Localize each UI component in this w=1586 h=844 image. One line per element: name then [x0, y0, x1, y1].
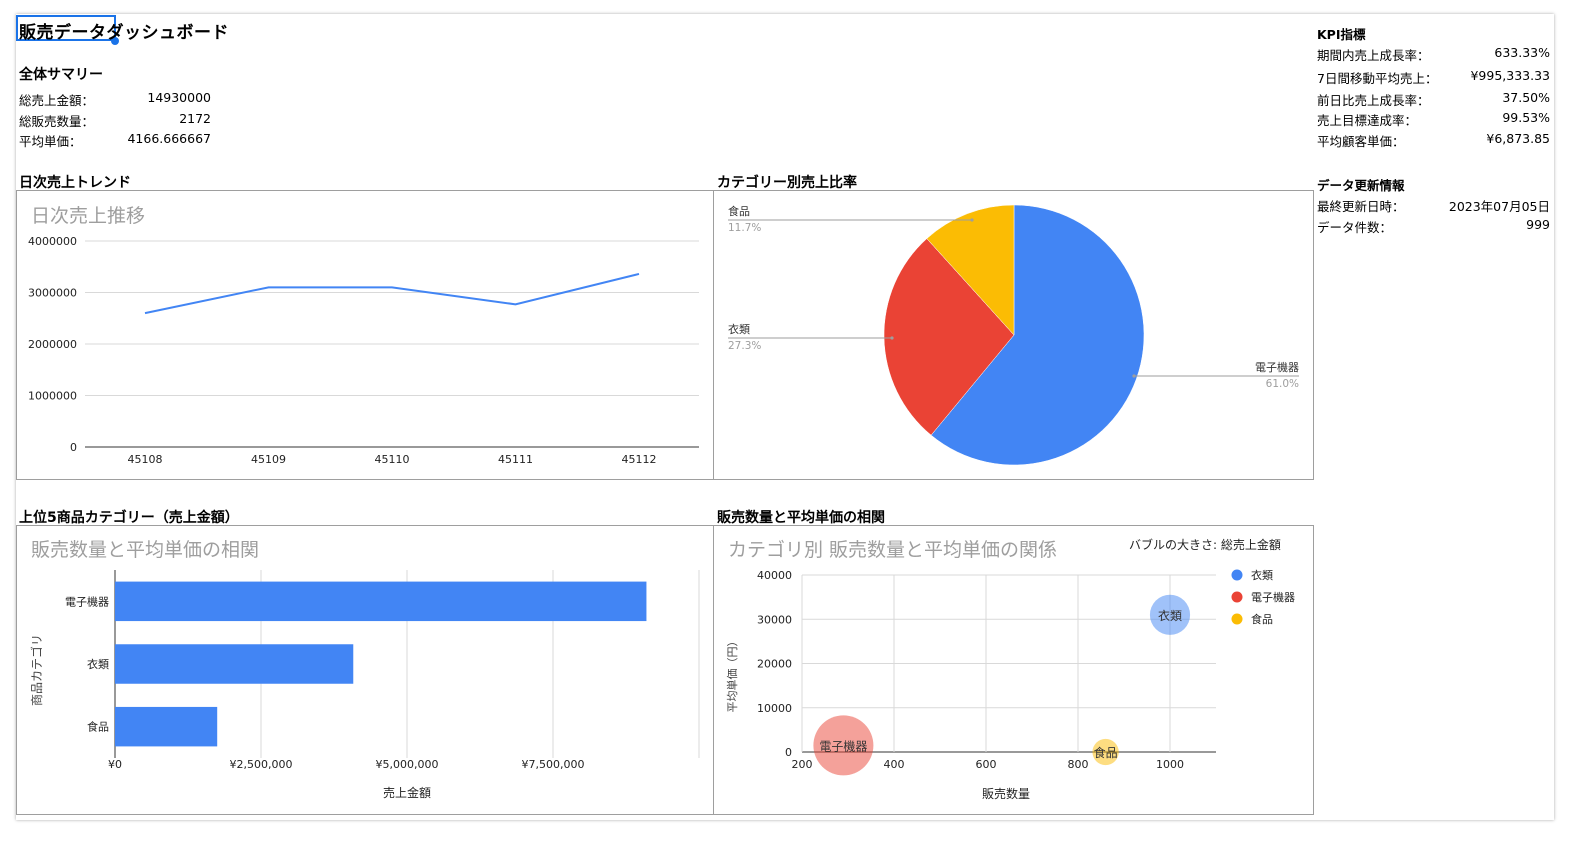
section-heading-corr: 販売数量と平均単価の相関 [717, 510, 885, 526]
bubble-x-tick-label: 600 [976, 758, 997, 771]
pie-chart: 電子機器 61.0% 衣類 27.3% 食品 11.7% [728, 204, 1299, 466]
summary-label-total-qty: 総販売数量： [19, 114, 95, 129]
line-chart-panel[interactable]: 日次売上推移 0 1000000 2000000 3000000 4000000 451… [16, 190, 714, 480]
bar-x-tick-label: ¥0 [108, 758, 122, 771]
bar-2[interactable] [115, 706, 218, 747]
bubble-x-axis-label: 販売数量 [982, 786, 1030, 801]
legend-marker [1231, 591, 1243, 603]
kpi-value-dod-growth: 37.50% [1502, 90, 1550, 105]
kpi-value-avg-customer: ¥6,873.85 [1486, 131, 1550, 146]
section-heading-category: カテゴリー別売上比率 [717, 175, 857, 191]
line-x-tick-label: 45111 [498, 453, 533, 466]
summary-value-total-qty: 2172 [179, 111, 211, 126]
bar-chart: 販売数量と平均単価の相関 電子機器衣類食品 ¥0 ¥2,500,000 ¥5,000… [29, 539, 700, 800]
summary-label-avg-price: 平均単価： [19, 134, 82, 149]
bar-1[interactable] [115, 644, 354, 684]
pie-slice-percent: 61.0% [1266, 378, 1299, 390]
bubble-chart: カテゴリ別 販売数量と平均単価の関係 バブルの大きさ: 総売上金額 衣類電子機器… [725, 537, 1295, 801]
bubble-point-label: 衣類 [1158, 608, 1182, 623]
pie-label-dot [1132, 374, 1136, 378]
bubble-chart-title: カテゴリ別 販売数量と平均単価の関係 [728, 539, 1057, 561]
kpi-label-moving-avg: 7日間移動平均売上： [1317, 71, 1438, 86]
pie-slice-percent: 27.3% [728, 340, 761, 352]
line-x-tick-label: 45112 [622, 453, 657, 466]
bubble-chart-panel[interactable]: カテゴリ別 販売数量と平均単価の関係 バブルの大きさ: 総売上金額 衣類 電子機器… [713, 525, 1314, 815]
pie-slice-label: 食品 [728, 204, 750, 218]
page-title: 販売データダッシュボード [19, 23, 229, 43]
line-chart-title: 日次売上推移 [31, 205, 145, 227]
kpi-label-target: 売上目標達成率： [1317, 113, 1418, 128]
legend-label: 食品 [1251, 612, 1273, 626]
bubble-y-tick-label: 40000 [757, 569, 792, 582]
summary-heading: 全体サマリー [19, 67, 103, 83]
pie-slice-label: 衣類 [728, 322, 750, 336]
line-y-tick-label: 1000000 [28, 390, 77, 403]
update-label-count: データ件数： [1317, 220, 1393, 235]
pie-slice-label: 電子機器 [1255, 360, 1299, 374]
kpi-label-dod-growth: 前日比売上成長率： [1317, 93, 1430, 108]
bar-0[interactable] [115, 581, 647, 622]
summary-label-total-sales: 総売上金額： [19, 93, 95, 108]
line-y-tick-label: 2000000 [28, 338, 77, 351]
legend-marker [1231, 613, 1243, 625]
dashboard-sheet: 販売データダッシュボード 全体サマリー 総売上金額： 14930000 総販売数… [16, 14, 1554, 820]
bubble-point-label: 食品 [1094, 745, 1118, 760]
legend-label: 衣類 [1251, 568, 1273, 582]
update-value-count: 999 [1526, 217, 1550, 232]
update-value-date: 2023年07月05日 [1448, 199, 1550, 214]
bubble-y-tick-label: 10000 [757, 702, 792, 715]
bar-x-axis-label: 売上金額 [383, 785, 431, 800]
kpi-value-growth: 633.33% [1494, 45, 1550, 60]
bubble-x-tick-label: 400 [884, 758, 905, 771]
pie-label-dot [890, 336, 894, 340]
bar-chart-title: 販売数量と平均単価の相関 [31, 539, 259, 561]
kpi-label-growth: 期間内売上成長率： [1317, 48, 1430, 63]
update-label-date: 最終更新日時： [1317, 199, 1405, 214]
line-x-tick-label: 45108 [128, 453, 163, 466]
bubble-y-axis-label: 平均単価（円） [725, 636, 739, 713]
bar-chart-panel[interactable]: 販売数量と平均単価の相関 電子機器衣類食品 ¥0 ¥2,500,000 ¥5,000… [16, 525, 714, 815]
bubble-x-tick-label: 1000 [1156, 758, 1184, 771]
bar-y-axis-label: 商品カテゴリ [29, 634, 44, 706]
bubble-size-note: バブルの大きさ: 総売上金額 [1129, 537, 1281, 552]
line-y-tick-label: 4000000 [28, 235, 77, 248]
line-x-tick-label: 45109 [251, 453, 286, 466]
kpi-value-moving-avg: ¥995,333.33 [1470, 68, 1550, 83]
line-series [144, 272, 640, 315]
legend-marker [1231, 569, 1243, 581]
pie-chart-panel[interactable]: 電子機器 61.0% 衣類 27.3% 食品 11.7% [713, 190, 1314, 480]
bar-x-tick-label: ¥5,000,000 [376, 758, 439, 771]
pie-slice-percent: 11.7% [728, 222, 761, 234]
bubble-y-tick-label: 30000 [757, 613, 792, 626]
line-x-tick-label: 45110 [375, 453, 410, 466]
bubble-y-tick-label: 20000 [757, 658, 792, 671]
line-y-tick-label: 0 [70, 441, 77, 454]
bar-x-tick-label: ¥2,500,000 [230, 758, 293, 771]
summary-value-total-sales: 14930000 [147, 90, 211, 105]
bar-category-label: 電子機器 [65, 594, 109, 608]
bar-category-label: 食品 [87, 720, 109, 734]
pie-label-dot [970, 218, 974, 222]
line-chart: 日次売上推移 0 1000000 2000000 3000000 4000000 451… [28, 205, 699, 466]
section-heading-trend: 日次売上トレンド [19, 175, 131, 191]
bar-x-tick-label: ¥7,500,000 [522, 758, 585, 771]
summary-value-avg-price: 4166.666667 [127, 131, 211, 146]
legend-label: 電子機器 [1251, 590, 1295, 604]
kpi-heading: KPI指標 [1317, 27, 1366, 42]
update-heading: データ更新情報 [1317, 178, 1405, 193]
bubble-x-tick-label: 200 [792, 758, 813, 771]
bubble-x-tick-label: 800 [1068, 758, 1089, 771]
bar-category-label: 衣類 [87, 657, 109, 671]
line-y-tick-label: 3000000 [28, 287, 77, 300]
bubble-point-label: 電子機器 [819, 738, 867, 753]
kpi-value-target: 99.53% [1502, 110, 1550, 125]
section-heading-top5: 上位5商品カテゴリー（売上金額） [19, 510, 239, 526]
kpi-label-avg-customer: 平均顧客単価： [1317, 134, 1405, 149]
